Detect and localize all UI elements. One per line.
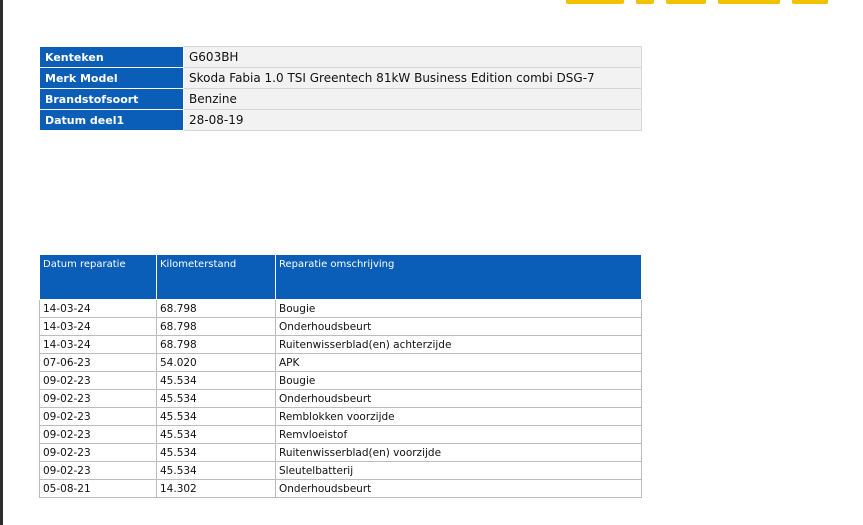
col-header-reparatie-omschrijving: Reparatie omschrijving [275, 254, 642, 300]
repair-description-cell: Ruitenwisserblad(en) achterzijde [275, 335, 642, 354]
vehicle-info-table: Kenteken G603BH Merk Model Skoda Fabia 1.0 … [39, 46, 642, 131]
table-row: 09-02-23 45.534 Ruitenwisserblad(en) voorz… [39, 443, 642, 462]
repair-description-cell: Sleutelbatterij [275, 461, 642, 480]
repair-header-row: Datum reparatie Kilometerstand Reparatie… [39, 254, 642, 300]
repair-description-cell: Onderhoudsbeurt [275, 479, 642, 498]
table-row: 09-02-23 45.534 Remblokken voorzijde [39, 407, 642, 426]
vehicle-info-row: Kenteken G603BH [39, 46, 642, 68]
repair-date-cell: 09-02-23 [39, 443, 157, 462]
repair-description-cell: Bougie [275, 299, 642, 318]
repair-mileage-cell: 68.798 [156, 335, 276, 354]
table-row: 14-03-24 68.798 Bougie [39, 299, 642, 318]
repair-mileage-cell: 45.534 [156, 425, 276, 444]
table-row: 09-02-23 45.534 Sleutelbatterij [39, 461, 642, 480]
repair-date-cell: 09-02-23 [39, 407, 157, 426]
page-left-edge [0, 0, 3, 525]
vehicle-field-value: Benzine [183, 88, 642, 110]
table-row: 09-02-23 45.534 Onderhoudsbeurt [39, 389, 642, 408]
repair-description-cell: Ruitenwisserblad(en) voorzijde [275, 443, 642, 462]
vehicle-info-row: Brandstofsoort Benzine [39, 88, 642, 110]
repair-description-cell: Bougie [275, 371, 642, 390]
repair-mileage-cell: 68.798 [156, 299, 276, 318]
repair-date-cell: 09-02-23 [39, 461, 157, 480]
repair-description-cell: Onderhoudsbeurt [275, 389, 642, 408]
repair-mileage-cell: 68.798 [156, 317, 276, 336]
table-row: 09-02-23 45.534 Remvloeistof [39, 425, 642, 444]
repair-mileage-cell: 45.534 [156, 371, 276, 390]
repair-mileage-cell: 45.534 [156, 389, 276, 408]
vehicle-info-row: Merk Model Skoda Fabia 1.0 TSI Greentech … [39, 67, 642, 89]
vehicle-field-label: Merk Model [39, 67, 184, 89]
repair-date-cell: 09-02-23 [39, 425, 157, 444]
repair-mileage-cell: 54.020 [156, 353, 276, 372]
vehicle-field-label: Kenteken [39, 46, 184, 68]
vehicle-field-label: Brandstofsoort [39, 88, 184, 110]
table-row: 14-03-24 68.798 Ruitenwisserblad(en) achte… [39, 335, 642, 354]
col-header-datum-reparatie: Datum reparatie [39, 254, 157, 300]
table-row: 09-02-23 45.534 Bougie [39, 371, 642, 390]
vehicle-field-value: Skoda Fabia 1.0 TSI Greentech 81kW Busin… [183, 67, 642, 89]
repair-description-cell: Onderhoudsbeurt [275, 317, 642, 336]
logo-fragment [566, 0, 828, 4]
repair-date-cell: 05-08-21 [39, 479, 157, 498]
table-row: 07-06-23 54.020 APK [39, 353, 642, 372]
repair-date-cell: 14-03-24 [39, 299, 157, 318]
repair-mileage-cell: 14.302 [156, 479, 276, 498]
repair-date-cell: 14-03-24 [39, 335, 157, 354]
repair-description-cell: Remblokken voorzijde [275, 407, 642, 426]
repair-description-cell: Remvloeistof [275, 425, 642, 444]
vehicle-field-value: 28-08-19 [183, 109, 642, 131]
table-row: 05-08-21 14.302 Onderhoudsbeurt [39, 479, 642, 498]
repair-mileage-cell: 45.534 [156, 407, 276, 426]
col-header-kilometerstand: Kilometerstand [156, 254, 276, 300]
repair-mileage-cell: 45.534 [156, 461, 276, 480]
table-row: 14-03-24 68.798 Onderhoudsbeurt [39, 317, 642, 336]
repair-date-cell: 09-02-23 [39, 371, 157, 390]
repair-date-cell: 09-02-23 [39, 389, 157, 408]
vehicle-info-row: Datum deel1 28-08-19 [39, 109, 642, 131]
vehicle-field-label: Datum deel1 [39, 109, 184, 131]
repair-description-cell: APK [275, 353, 642, 372]
repair-date-cell: 14-03-24 [39, 317, 157, 336]
repair-history-table: Datum reparatie Kilometerstand Reparatie… [39, 254, 642, 498]
vehicle-field-value: G603BH [183, 46, 642, 68]
repair-mileage-cell: 45.534 [156, 443, 276, 462]
repair-date-cell: 07-06-23 [39, 353, 157, 372]
